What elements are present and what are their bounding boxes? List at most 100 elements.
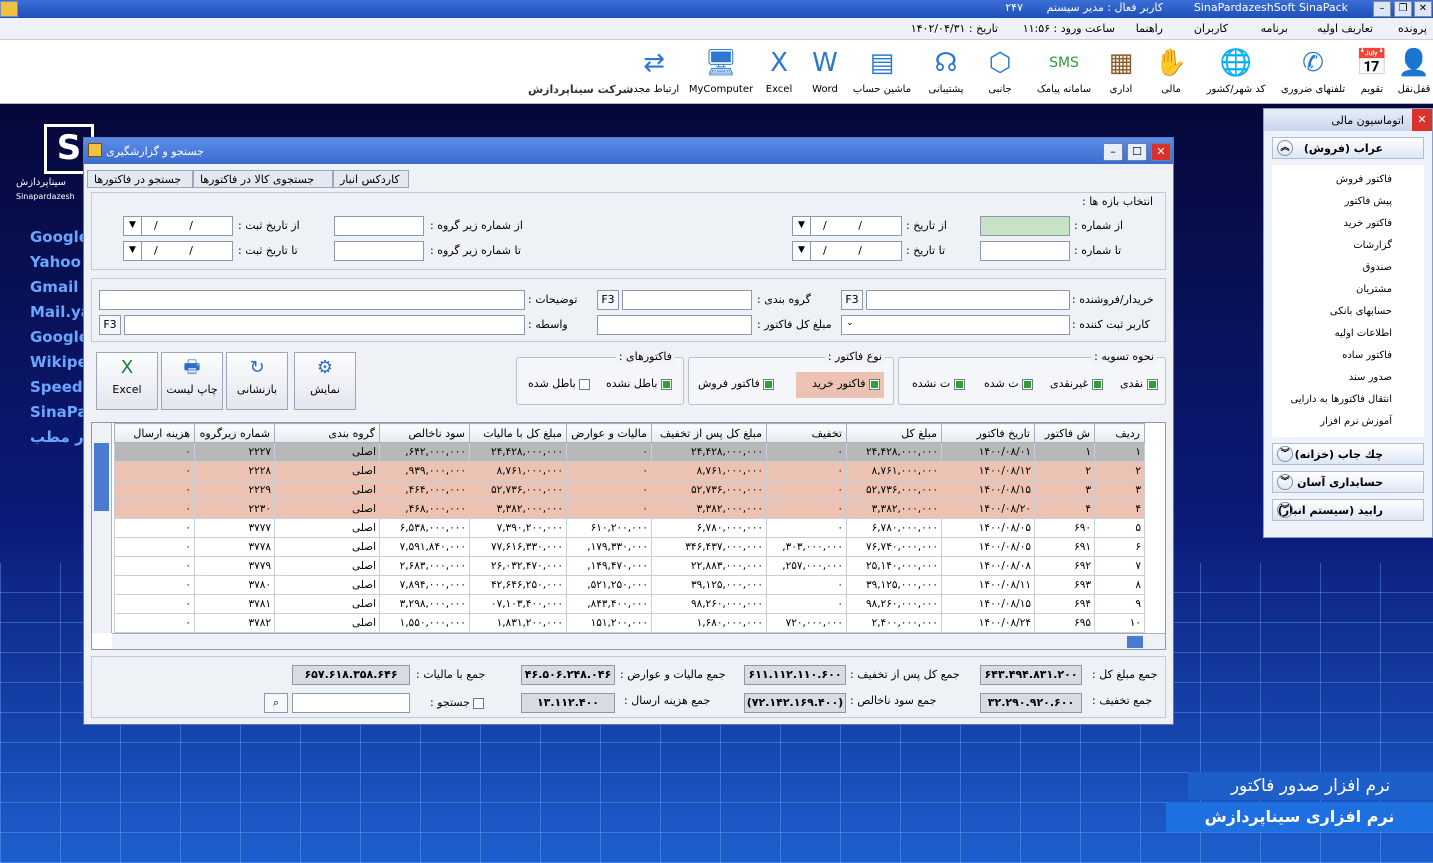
table-row[interactable]: ۰ ۲۲۲۷ اصلی ۶۴۲,۰۰۰,۰۰۰, ۲۴,۴۲۸,۰۰۰,۰۰۰ ۰ ۲۴,۴… <box>114 442 1145 462</box>
column-header[interactable]: ش فاکتور <box>1034 423 1095 443</box>
buyer-f3-button[interactable]: F3 <box>841 290 863 310</box>
toolbar-phones[interactable]: ✆ تلفنهای ضروری <box>1275 44 1351 100</box>
horizontal-scrollbar[interactable] <box>112 633 1165 649</box>
search-button[interactable]: ⌕ <box>264 693 288 713</box>
item-purchase-invoice[interactable]: فاکتور خرید <box>1272 213 1424 235</box>
table-row[interactable]: ۰ ۲۲۲۹ اصلی ۴۶۴,۰۰۰,۰۰۰, ۵۲,۷۳۶,۰۰۰,۰۰۰ ۰ ۵۲,۷… <box>114 480 1145 500</box>
scroll-thumb[interactable] <box>94 443 109 511</box>
dropdown-icon[interactable]: ▼ <box>124 217 142 235</box>
close-button[interactable]: ✕ <box>1151 143 1171 161</box>
to-reg-date-input[interactable]: ▼ / / <box>123 241 233 261</box>
to-date-input[interactable]: ▼ / / <box>792 241 902 261</box>
menu-users[interactable]: کاربران <box>1194 22 1228 35</box>
column-header[interactable]: ردیف <box>1094 423 1145 443</box>
dropdown-icon[interactable]: ▼ <box>124 242 142 260</box>
menu-definitions[interactable]: تعاریف اولیه <box>1317 22 1373 35</box>
group-input[interactable] <box>622 290 752 310</box>
reg-user-select[interactable]: ⌄ <box>841 315 1070 335</box>
search-input[interactable] <box>292 693 410 713</box>
agent-input[interactable] <box>124 315 525 335</box>
buyer-input[interactable] <box>866 290 1070 310</box>
table-row[interactable]: ۰ ۳۷۸۱ اصلی ۳,۲۹۸,۰۰۰,۰۰۰ ۰۷,۱۰۳,۴۰۰,۰۰۰ ۸۴۳,… <box>114 594 1145 614</box>
group-accounting[interactable]: حسابداری آسان ︾ <box>1272 471 1424 493</box>
show-button[interactable]: ⚙ نمایش <box>294 352 356 410</box>
settle-notdone[interactable]: ت نشده <box>912 377 965 390</box>
item-pre-invoice[interactable]: پیش فاکتور <box>1272 191 1424 213</box>
toolbar-word[interactable]: W Word <box>808 44 842 100</box>
minimize-button[interactable]: – <box>1103 143 1123 161</box>
vertical-scrollbar[interactable] <box>92 423 112 633</box>
from-subgroup-input[interactable] <box>334 216 424 236</box>
item-training[interactable]: آموزش نرم افزار <box>1272 411 1424 433</box>
menu-program[interactable]: برنامه <box>1261 22 1288 35</box>
column-header[interactable]: تاریخ فاکتور <box>941 423 1035 443</box>
table-row[interactable]: ۰ ۳۷۷۹ اصلی ۲,۶۸۳,۰۰۰,۰۰۰ ۲۶,۰۳۲,۴۷۰,۰۰۰ ۱۴۹,… <box>114 556 1145 576</box>
item-customers[interactable]: مشتریان <box>1272 279 1424 301</box>
group-sales[interactable]: عراب (فروش) ︽ <box>1272 137 1424 159</box>
table-row[interactable]: ۰ ۲۲۳۰ اصلی ۴۶۸,۰۰۰,۰۰۰, ۳,۳۸۲,۰۰۰,۰۰۰ ۰ ۳,۳۸۲… <box>114 499 1145 519</box>
from-reg-date-input[interactable]: ▼ / / <box>123 216 233 236</box>
toolbar-mycomputer[interactable]: 🖥 MyComputer <box>688 44 754 100</box>
toolbar-sms[interactable]: SMS سامانه پیامک <box>1030 44 1098 100</box>
column-header[interactable]: مبلغ کل با مالیات <box>469 423 567 443</box>
excel-export-button[interactable]: X Excel <box>96 352 158 410</box>
close-button[interactable]: ✕ <box>1414 1 1432 17</box>
group-store[interactable]: رابید (سیستم انبار) ︾ <box>1272 499 1424 521</box>
table-row[interactable]: ۰ ۳۷۷۷ اصلی ۶,۵۳۸,۰۰۰,۰۰۰ ۷,۳۹۰,۲۰۰,۰۰۰ ۶۱۰,۲… <box>114 518 1145 538</box>
to-subgroup-input[interactable] <box>334 241 424 261</box>
dropdown-icon[interactable]: ▼ <box>793 217 811 235</box>
column-header[interactable]: تخفیف <box>766 423 847 443</box>
toolbar-citycode[interactable]: 🌐 کد شهر/کشور <box>1200 44 1272 100</box>
from-number-input[interactable] <box>980 216 1070 236</box>
column-header[interactable]: گروه بندی <box>274 423 380 443</box>
item-cash[interactable]: صندوق <box>1272 257 1424 279</box>
search-check[interactable]: جستجو : <box>430 696 485 709</box>
item-transfer[interactable]: انتقال فاکتورها به دارایی <box>1272 389 1424 411</box>
toolbar-lock[interactable]: 👤 قفل‌نقل <box>1396 44 1432 100</box>
dropdown-icon[interactable]: ▼ <box>793 242 811 260</box>
not-cancelled[interactable]: باطل نشده <box>606 377 672 390</box>
item-reports[interactable]: گزارشات <box>1272 235 1424 257</box>
total-input[interactable] <box>597 315 752 335</box>
minimize-button[interactable]: – <box>1373 1 1391 17</box>
close-icon[interactable]: ✕ <box>1412 109 1432 131</box>
item-sales-invoice[interactable]: فاکتور فروش <box>1272 169 1424 191</box>
toolbar-excel[interactable]: X Excel <box>762 44 796 100</box>
settle-cash[interactable]: نقدی <box>1120 377 1158 390</box>
toolbar-finance[interactable]: ✋ مالی <box>1153 44 1189 100</box>
group-f3-button[interactable]: F3 <box>597 290 619 310</box>
tab-search-invoices[interactable]: جستجو در فاکتورها <box>87 170 193 188</box>
cancelled[interactable]: باطل شده <box>528 377 591 390</box>
item-bank[interactable]: حسابهای بانکی <box>1272 301 1424 323</box>
toolbar-office[interactable]: ▦ اداری <box>1103 44 1139 100</box>
from-date-input[interactable]: ▼ / / <box>792 216 902 236</box>
type-sales[interactable]: فاکتور فروش <box>698 377 775 390</box>
table-row[interactable]: ۰ ۳۷۷۸ اصلی ۷,۵۹۱,۸۴۰,۰۰۰ ۷۷,۶۱۶,۳۳۰,۰۰۰ ۱۷۹,… <box>114 537 1145 557</box>
reset-button[interactable]: ↻ بازنشانی <box>226 352 288 410</box>
column-header[interactable]: سود ناخالص <box>379 423 470 443</box>
menu-help[interactable]: راهنما <box>1136 22 1163 35</box>
column-header[interactable]: مبلغ کل پس از تخفیف <box>651 423 767 443</box>
maximize-button[interactable]: ☐ <box>1127 143 1147 161</box>
column-header[interactable]: شماره زیرگروه <box>194 423 275 443</box>
agent-f3-button[interactable]: F3 <box>99 315 121 335</box>
toolbar-calendar[interactable]: 📅 تقویم <box>1354 44 1390 100</box>
column-header[interactable]: هزینه ارسال <box>114 423 195 443</box>
toolbar-reconnect[interactable]: ⇄ ارتباط مجدد <box>626 44 682 100</box>
item-basic-info[interactable]: اطلاعات اولیه <box>1272 323 1424 345</box>
column-header[interactable]: مبلغ کل <box>846 423 942 443</box>
table-row[interactable]: ۰ ۲۲۲۸ اصلی ۹۳۹,۰۰۰,۰۰۰, ۸,۷۶۱,۰۰۰,۰۰۰ ۰ ۸,۷۶۱… <box>114 461 1145 481</box>
tab-search-goods[interactable]: جستجوی کالا در فاکتورها <box>193 170 333 188</box>
type-purchase[interactable]: فاکتور خرید <box>796 372 884 398</box>
settle-done[interactable]: ت شده <box>984 377 1034 390</box>
desc-input[interactable] <box>99 290 525 310</box>
tab-inventory-cardex[interactable]: کاردکس انبار <box>333 170 409 188</box>
toolbar-side[interactable]: ⬡ جانبی <box>982 44 1018 100</box>
scroll-thumb[interactable] <box>1127 636 1143 648</box>
restore-button[interactable]: ❐ <box>1394 1 1412 17</box>
settle-noncash[interactable]: غیرنقدی <box>1050 377 1103 390</box>
toolbar-support[interactable]: ☊ پشتیبانی <box>920 44 972 100</box>
print-list-button[interactable]: 🖶 چاپ لیست <box>161 352 223 410</box>
item-issue-doc[interactable]: صدور سند <box>1272 367 1424 389</box>
menu-file[interactable]: پرونده <box>1398 22 1427 35</box>
